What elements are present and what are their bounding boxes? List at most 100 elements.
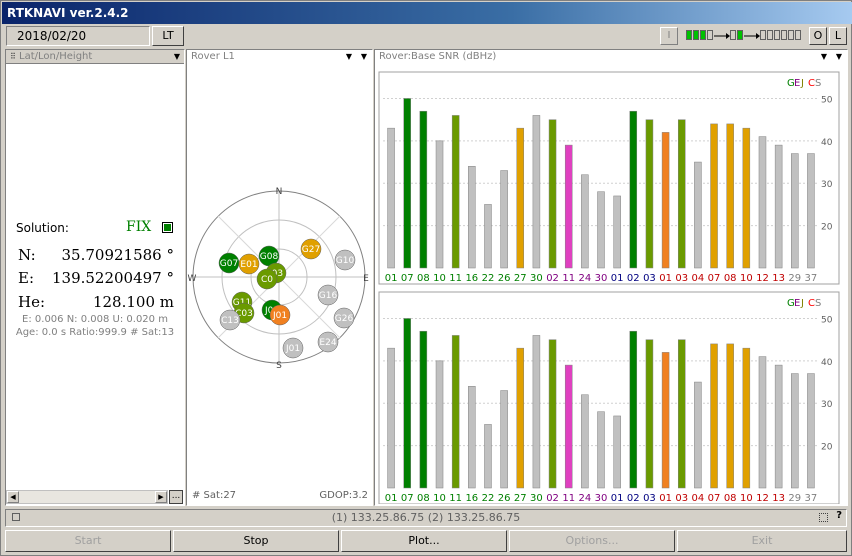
satellite-g10: G10 <box>334 249 356 271</box>
x-tick-label: 24 <box>578 493 591 504</box>
legend-j: J <box>800 78 804 89</box>
options-button[interactable]: Options... <box>509 530 675 552</box>
x-tick-label: 11 <box>449 493 462 504</box>
snr-bar <box>435 360 444 489</box>
x-tick-label: 01 <box>659 273 672 284</box>
x-tick-label: 30 <box>530 493 543 504</box>
legend-c: C <box>808 78 815 89</box>
dir-east: E <box>363 274 369 284</box>
toolbar: 2018/02/20 20:41:25.0 LT I O L <box>2 25 852 61</box>
arrow-right-icon <box>744 33 760 39</box>
dropdown-arrow-icon: ▼ <box>360 52 367 61</box>
snr-bar <box>387 127 395 269</box>
snr-bar <box>613 415 621 489</box>
scroll-right-icon[interactable]: ▶ <box>155 491 167 503</box>
solution-type-select[interactable]: ⠿ Lat/Lon/Height ▼ <box>6 50 184 64</box>
x-tick-label: 01 <box>385 273 398 284</box>
snr-bar <box>403 98 411 269</box>
x-tick-label: 01 <box>385 493 398 504</box>
snr-bar <box>710 123 718 269</box>
snr-type-select[interactable]: Rover:Base SNR (dBHz) ▼ ▼ <box>375 50 847 64</box>
snr-bar <box>726 343 734 489</box>
y-tick-label: 30 <box>821 180 833 190</box>
snr-bar <box>500 390 508 489</box>
snr-bar <box>468 166 476 269</box>
dir-north: N <box>276 187 283 197</box>
satellite-label: G10 <box>336 256 355 266</box>
snr-bar <box>791 373 799 489</box>
snr-bar <box>484 424 492 489</box>
satellite-label: G26 <box>335 314 354 324</box>
o-button[interactable]: O <box>809 27 827 45</box>
x-tick-label: 30 <box>595 493 608 504</box>
snr-charts: 20304050G E J C S01 07 08 10 11 16 22 26 27 30 02 11 24 3… <box>378 71 840 504</box>
info-button[interactable]: I <box>660 27 678 45</box>
satellite-c13: C13 <box>219 309 241 331</box>
x-tick-label: 03 <box>643 273 656 284</box>
snr-bar <box>451 115 460 269</box>
x-tick-label: 08 <box>417 273 430 284</box>
x-tick-label: 01 <box>611 273 624 284</box>
snr-bar <box>807 153 815 269</box>
x-tick-label: 08 <box>724 493 737 504</box>
sat-count: # Sat:27 <box>192 490 237 501</box>
more-button[interactable]: ... <box>169 490 183 504</box>
grip-icon: ⠿ <box>10 52 16 61</box>
satellite-g26: G26 <box>333 307 355 329</box>
x-tick-label: 04 <box>692 493 705 504</box>
snr-bar <box>548 119 557 269</box>
snr-bar <box>742 127 751 269</box>
y-tick-label: 50 <box>821 95 833 105</box>
time-display: 2018/02/20 20:41:25.0 <box>6 26 150 61</box>
x-tick-label: 10 <box>740 273 753 284</box>
horizontal-scrollbar[interactable]: ◀ ▶ <box>6 490 168 504</box>
height-label: He: <box>18 293 46 311</box>
snr-bar <box>677 339 686 489</box>
snr-bar <box>613 195 621 269</box>
x-tick-label: 16 <box>465 273 478 284</box>
app-window: RTKNAVI ver.2.4.2 2018/02/20 20:41:25.0 … <box>0 0 852 556</box>
exit-button[interactable]: Exit <box>677 530 847 552</box>
satellite-g27: G27 <box>300 238 322 260</box>
start-button[interactable]: Start <box>5 530 171 552</box>
snr-chart-2: 20304050G E J C S01 07 08 10 11 16 22 26 27 30 02 11 24 3… <box>378 291 840 504</box>
time-mode-button[interactable]: LT <box>152 26 184 46</box>
snr-bar <box>564 364 573 489</box>
snr-bar <box>387 347 395 489</box>
snr-bar <box>403 318 411 489</box>
satellite-label: G16 <box>319 291 338 301</box>
snr-bar <box>516 127 525 269</box>
x-tick-label: 01 <box>611 493 624 504</box>
plot-button[interactable]: Plot... <box>341 530 507 552</box>
x-tick-label: 01 <box>659 493 672 504</box>
snr-bar <box>758 136 767 269</box>
satellite-label: C13 <box>221 316 239 326</box>
resize-icon <box>819 513 828 522</box>
x-tick-label: 22 <box>482 273 495 284</box>
x-tick-label: 37 <box>805 493 818 504</box>
arrow-right-icon <box>714 33 730 39</box>
legend-j: J <box>800 298 804 309</box>
snr-bar <box>791 153 799 269</box>
snr-bar <box>742 347 751 489</box>
std-dev-text: E: 0.006 N: 0.008 U: 0.020 m <box>22 314 168 325</box>
l-button[interactable]: L <box>829 27 847 45</box>
stop-button[interactable]: Stop <box>173 530 339 552</box>
dropdown-arrow-icon: ▼ <box>345 52 352 61</box>
satellite-c0: C0 <box>256 268 278 290</box>
snr-bar <box>451 335 460 489</box>
x-tick-label: 37 <box>805 273 818 284</box>
snr-bar <box>435 140 444 269</box>
dir-south: S <box>276 361 282 371</box>
x-tick-label: 08 <box>417 493 430 504</box>
scroll-left-icon[interactable]: ◀ <box>7 491 19 503</box>
help-icon[interactable]: ? <box>836 510 842 521</box>
skyplot-type-select[interactable]: Rover L1 ▼ ▼ <box>187 50 372 64</box>
x-tick-label: 10 <box>433 273 446 284</box>
x-tick-label: 26 <box>498 273 511 284</box>
satellite-label: G27 <box>302 245 320 255</box>
x-tick-label: 13 <box>772 493 785 504</box>
height-value: 128.100 m <box>92 293 174 311</box>
stream-status-indicator <box>684 28 804 44</box>
satellite-g16: G16 <box>317 284 339 306</box>
